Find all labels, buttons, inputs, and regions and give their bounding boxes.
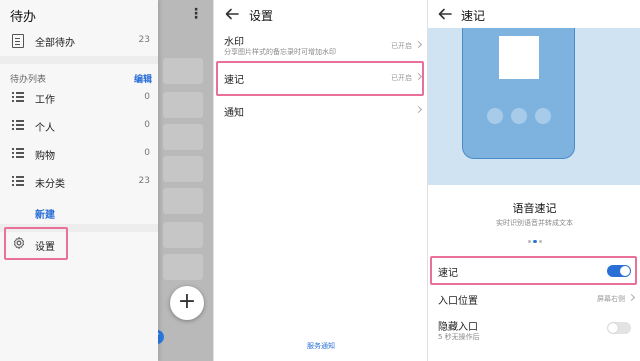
list-icon [12,91,24,105]
settings-item-status: 已开启 [391,42,412,50]
feature-title: 语音速记 [512,202,557,215]
more-vertical-icon[interactable]: ⋮ [188,5,204,25]
list-item-count: 0 [144,120,150,130]
settings-highlight [4,227,68,260]
document-icon [12,34,24,48]
list-icon [12,147,24,161]
navigation-drawer: 待办 全部待办 23 待办列表 编辑 工作 0 个人 0 购物 0 未分类 23 [0,0,158,361]
pager-dot [528,240,531,243]
dimmed-note-card [163,58,203,84]
quick-note-highlight [216,61,424,96]
list-item-count: 23 [138,176,150,186]
quick-note-toggle-highlight [430,256,637,285]
hide-entry-row[interactable]: 隐藏入口 5 秒无操作后 [428,315,640,343]
dimmed-note-card [163,254,203,280]
list-section-header: 待办列表 [10,75,47,85]
list-item-personal[interactable]: 个人 0 [0,113,158,139]
dimmed-note-card [163,156,203,182]
hide-entry-toggle[interactable] [607,322,631,334]
phone-dot [535,108,551,124]
list-item-label: 未分类 [35,179,65,190]
dimmed-note-card [163,222,203,248]
back-arrow-icon[interactable] [224,6,240,22]
settings-screen: 设置 水印 分享图片样式的备忘录时可增加水印 已开启 速记 已开启 通知 服务通… [213,0,427,361]
feature-illustration [428,28,640,185]
drawer-title: 待办 [10,10,37,25]
new-list-button[interactable]: 新建 [35,206,55,221]
phone-screen [499,36,539,79]
all-todos-count: 23 [138,35,150,45]
quick-note-screen: 速记 语音速记 实时识别语音并转成文本 速记 入口位置 屏幕右侧 隐藏入口 5 … [427,0,640,361]
settings-item-title: 水印 [224,37,244,48]
settings-item-title: 通知 [224,108,244,119]
phone-dot [511,108,527,124]
settings-item-subtitle: 分享图片样式的备忘录时可增加水印 [224,48,336,56]
list-icon [12,175,24,189]
add-button[interactable]: + [170,286,204,320]
phone-dot [487,108,503,124]
page-title: 设置 [249,9,274,23]
chevron-right-icon [627,293,636,302]
chevron-right-icon [414,40,423,49]
back-arrow-icon[interactable] [437,6,453,22]
row-title: 隐藏入口 [438,322,478,333]
list-item-label: 购物 [35,151,55,162]
settings-item-watermark[interactable]: 水印 分享图片样式的备忘录时可增加水印 已开启 [214,30,427,62]
chevron-right-icon [414,105,423,114]
page-title: 速记 [461,9,486,23]
service-notice-link[interactable]: 服务通知 [214,341,427,351]
pager-dot-active [533,240,537,243]
edit-lists-button[interactable]: 编辑 [134,72,152,85]
list-item-shopping[interactable]: 购物 0 [0,141,158,167]
all-todos-item[interactable]: 全部待办 23 [0,28,158,54]
list-item-label: 个人 [35,123,55,134]
list-item-uncategorized[interactable]: 未分类 23 [0,169,158,195]
plus-icon: + [177,289,197,314]
dimmed-note-card [163,92,203,118]
dimmed-note-card [163,124,203,150]
settings-item-notifications[interactable]: 通知 [214,98,427,124]
list-item-count: 0 [144,92,150,102]
feature-description: 实时识别语音并转成文本 [496,219,573,227]
row-title: 入口位置 [438,296,478,307]
all-todos-label: 全部待办 [35,38,75,49]
entry-position-row[interactable]: 入口位置 屏幕右侧 [428,288,640,310]
list-icon [12,119,24,133]
phone-illustration [462,28,575,159]
todo-screen: ⋮ + ✓ 待办 全部待办 23 待办列表 编辑 工作 0 个人 0 购物 0 [0,0,213,361]
list-item-label: 工作 [35,95,55,106]
divider [0,56,158,64]
list-item-work[interactable]: 工作 0 [0,85,158,111]
pager-dot [539,240,542,243]
row-subtitle: 5 秒无操作后 [438,333,480,341]
dimmed-note-card [163,188,203,214]
entry-position-value: 屏幕右侧 [597,295,625,303]
list-item-count: 0 [144,148,150,158]
